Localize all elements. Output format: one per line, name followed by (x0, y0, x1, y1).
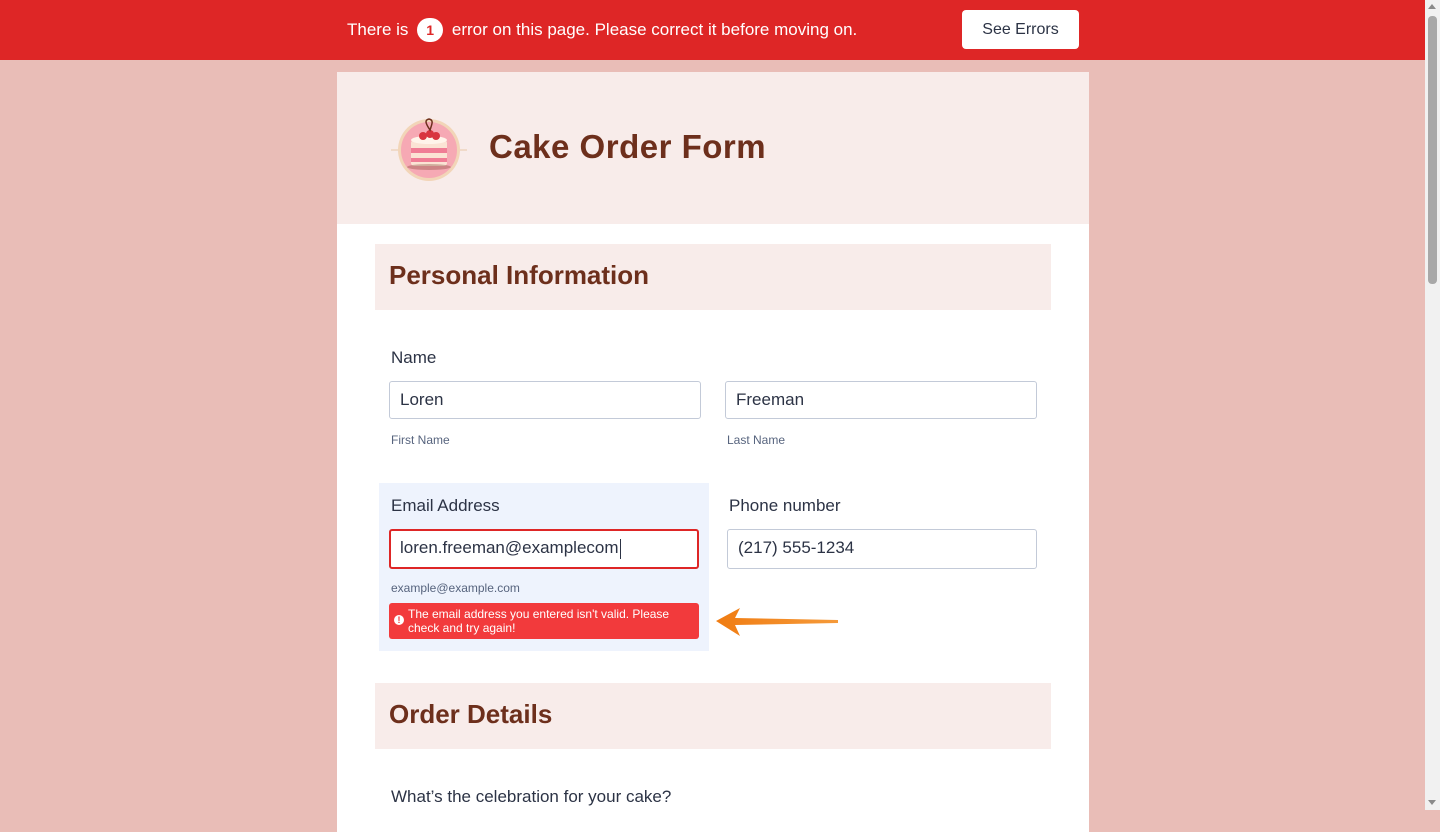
phone-label: Phone number (729, 496, 841, 515)
scroll-down-arrow-icon[interactable] (1428, 800, 1436, 805)
banner-suffix: error on this page. Please correct it be… (451, 20, 858, 39)
form-title: Cake Order Form (489, 128, 767, 165)
form-header: Cake Order Form (337, 72, 1089, 224)
alert-circle-icon: ! (394, 615, 404, 625)
phone-input[interactable]: (217) 555-1234 (727, 529, 1037, 569)
arrow-left-icon (716, 608, 838, 636)
first-name-sublabel: First Name (391, 433, 450, 447)
error-count-badge: 1 (417, 18, 444, 42)
last-name-input[interactable]: Freeman (725, 381, 1037, 419)
email-input[interactable]: loren.freeman@examplecom (389, 529, 699, 569)
section-personal-information: Personal Information (375, 244, 1051, 310)
section-title: Personal Information (389, 260, 650, 290)
error-banner-text: There is 1 error on this page. Please co… (347, 18, 857, 42)
section-order-details: Order Details (375, 683, 1051, 749)
form-card: Cake Order Form Personal Information Nam… (337, 72, 1089, 832)
page-scrollbar[interactable] (1425, 0, 1440, 810)
error-banner: There is 1 error on this page. Please co… (0, 0, 1425, 60)
cake-logo-icon (391, 118, 467, 181)
name-label: Name (391, 348, 437, 367)
banner-prefix: There is (347, 20, 409, 39)
email-input-value: loren.freeman@examplecom (400, 538, 619, 557)
scrollbar-thumb[interactable] (1428, 16, 1437, 284)
section-title: Order Details (389, 699, 553, 729)
email-sublabel: example@example.com (391, 581, 520, 595)
email-label: Email Address (391, 496, 500, 515)
last-name-sublabel: Last Name (727, 433, 786, 447)
text-caret (619, 538, 621, 559)
celebration-question-label: What’s the celebration for your cake? (391, 787, 672, 806)
email-error-message: ! The email address you entered isn't va… (389, 603, 699, 639)
scroll-up-arrow-icon[interactable] (1428, 4, 1436, 9)
first-name-input[interactable]: Loren (389, 381, 701, 419)
see-errors-button[interactable]: See Errors (962, 10, 1079, 49)
email-error-text: The email address you entered isn't vali… (408, 607, 670, 635)
